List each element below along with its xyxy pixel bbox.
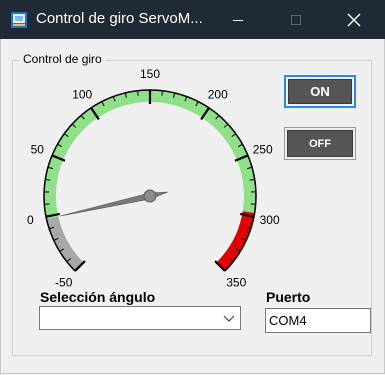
gauge-tick-label: 250 <box>253 142 273 156</box>
gauge-tick-label: 0 <box>27 213 34 227</box>
off-button-label: OFF <box>309 137 331 150</box>
gauge-minor-tick <box>137 90 139 96</box>
on-button-label: ON <box>310 84 330 99</box>
port-input[interactable]: COM4 <box>265 308 371 333</box>
gauge-gray-band <box>46 216 84 271</box>
gauge-minor-tick <box>161 90 163 96</box>
gauge-tick-label: 350 <box>226 275 246 289</box>
gauge-rim <box>43 89 257 272</box>
gauge-tick-label: 150 <box>140 67 160 81</box>
angle-select-label: Selección ángulo <box>40 289 156 305</box>
gauge-needle-hub <box>143 189 157 203</box>
gauge-tick-label: 50 <box>31 142 45 156</box>
gauge-tick-label: 200 <box>208 88 228 102</box>
gauge-tick-label: -50 <box>55 275 73 289</box>
on-button[interactable]: ON <box>284 75 356 108</box>
angle-select[interactable] <box>39 306 241 330</box>
gauge-tick-label: 100 <box>72 88 92 102</box>
chevron-down-icon <box>223 315 235 322</box>
off-button[interactable]: OFF <box>284 127 356 160</box>
port-label: Puerto <box>266 289 311 305</box>
gauge-tick-label: 300 <box>260 213 280 227</box>
gauge-red-band <box>216 211 255 271</box>
